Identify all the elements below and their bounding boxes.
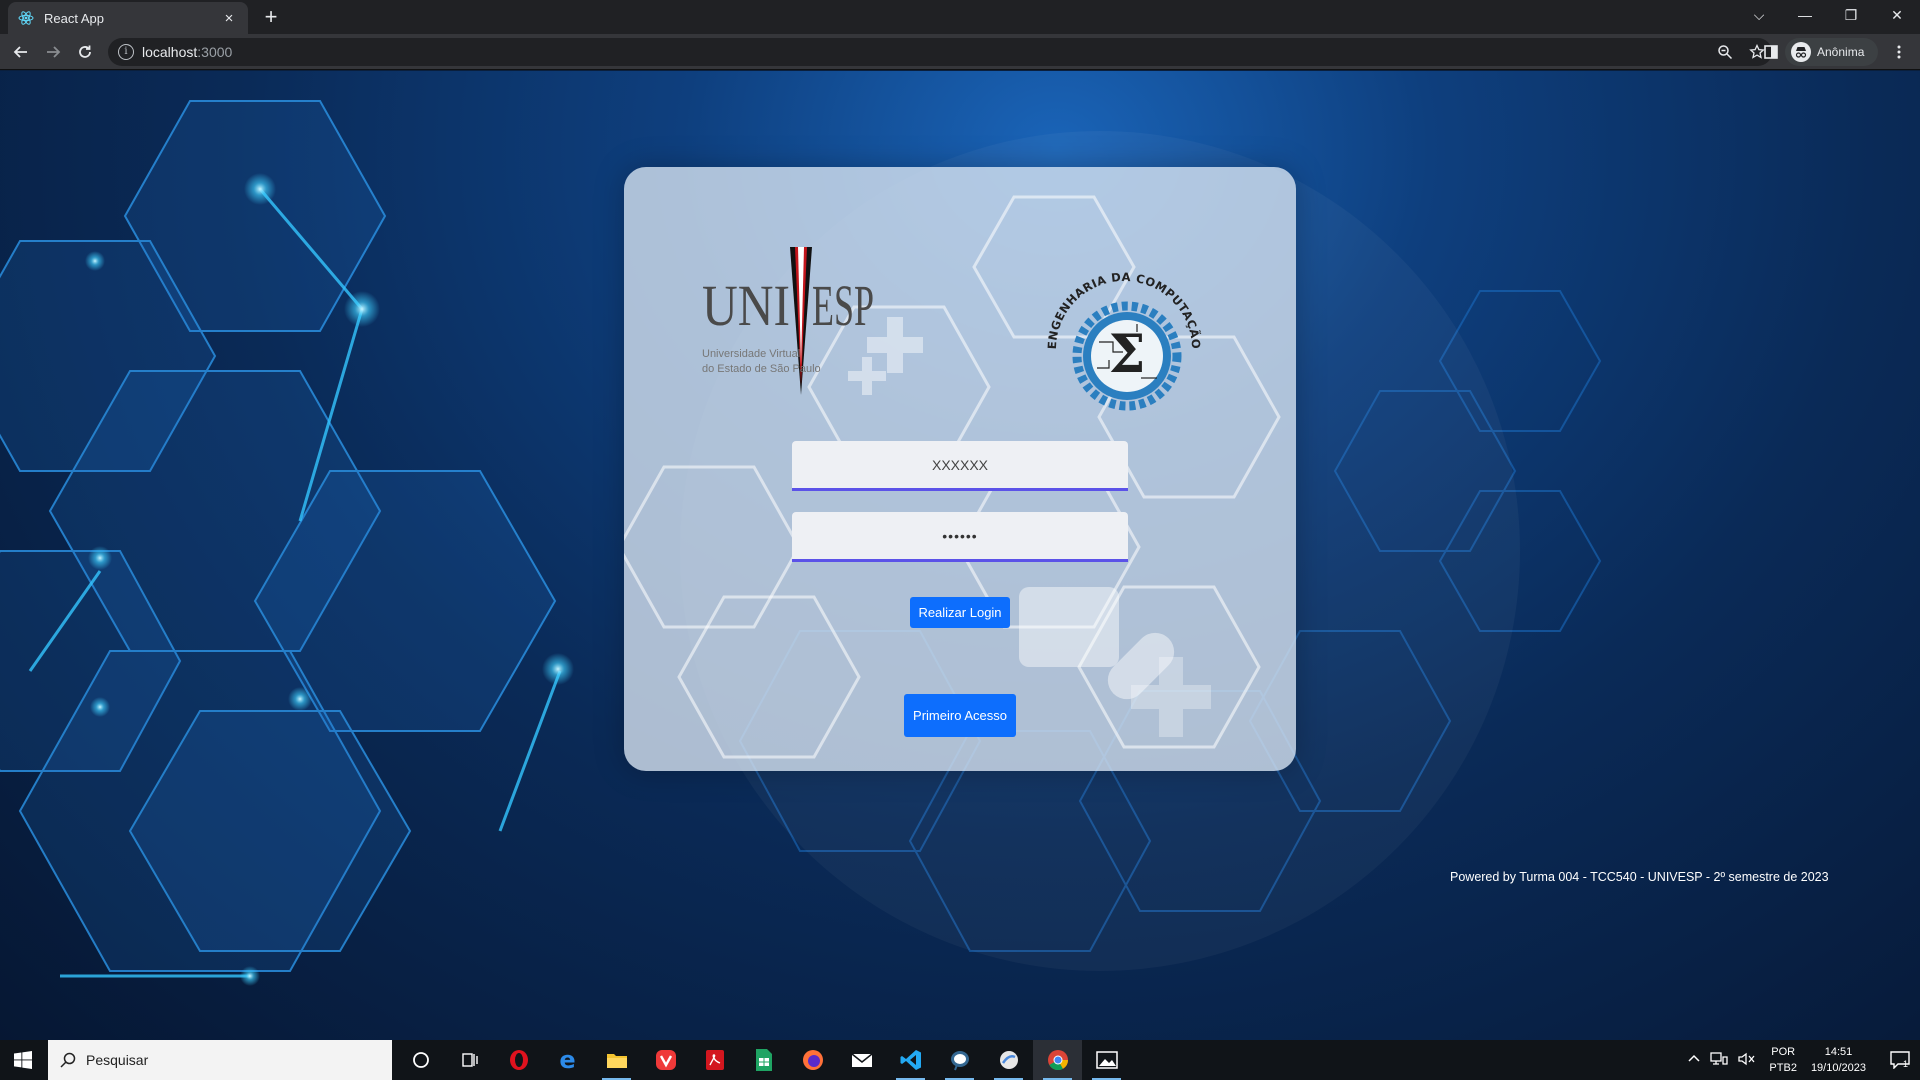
minimize-button[interactable]: — [1782,0,1828,30]
univesp-logo: UNI ESP Universidade Virtual do Estado d… [702,247,874,395]
windows-start-icon[interactable] [0,1040,46,1080]
tab-react-app[interactable]: React App × [8,2,248,34]
svg-text:ESP: ESP [812,273,874,338]
system-tray: POR PTB2 14:51 19/10/2023 1 [1683,1040,1920,1080]
clock[interactable]: 14:51 19/10/2023 [1811,1044,1866,1076]
site-info-icon[interactable]: i [118,44,134,60]
task-view-icon[interactable] [445,1040,494,1080]
profile-button[interactable]: Anônima [1785,38,1878,66]
volume-muted-icon[interactable] [1738,1052,1756,1069]
mail-icon[interactable] [837,1040,886,1080]
address-bar[interactable]: i localhost:3000 [108,38,1772,66]
language-indicator[interactable]: POR PTB2 [1769,1044,1797,1076]
close-window-button[interactable]: ✕ [1874,0,1920,30]
windows-taskbar: Pesquisar e POR PTB2 14:51 19/10/2023 1 [0,1040,1920,1080]
tab-search-icon[interactable]: ⌵ [1736,0,1782,30]
engenharia-computacao-seal: ENGENHARIA DA COMPUTAÇÃO Σ [1045,270,1203,411]
tab-title: React App [44,10,104,26]
new-tab-button[interactable]: + [258,4,284,30]
powered-by-footer: Powered by Turma 004 - TCC540 - UNIVESP … [1450,870,1829,884]
menu-dots-icon[interactable] [1886,39,1912,65]
search-icon [60,1052,76,1068]
svg-text:UNI: UNI [702,273,790,338]
acrobat-icon[interactable] [690,1040,739,1080]
login-card: UNI ESP Universidade Virtual do Estado d… [624,167,1296,771]
login-page: UNI ESP Universidade Virtual do Estado d… [0,71,1920,1040]
postgres-icon[interactable] [935,1040,984,1080]
edge-legacy-icon[interactable]: e [543,1040,592,1080]
restore-button[interactable]: ❐ [1828,0,1874,30]
zoom-icon[interactable] [1716,43,1734,61]
chevron-up-icon[interactable] [1688,1053,1700,1068]
url-text[interactable]: localhost:3000 [142,44,232,60]
reload-icon[interactable] [72,39,98,65]
svg-text:Σ: Σ [1109,324,1146,385]
svg-text:1: 1 [1903,1059,1908,1069]
window-controls: ⌵ — ❐ ✕ [1736,0,1920,30]
password-field[interactable] [792,512,1128,562]
vscode-icon[interactable] [886,1040,935,1080]
tab-close-icon[interactable]: × [220,10,238,27]
first-access-button[interactable]: Primeiro Acesso [904,694,1016,737]
forward-arrow-icon[interactable] [40,39,66,65]
photos-icon[interactable] [1082,1040,1131,1080]
opera-icon[interactable] [494,1040,543,1080]
incognito-icon [1791,42,1811,62]
username-field[interactable] [792,441,1128,491]
browser-tab-strip: React App × + ⌵ — ❐ ✕ [0,0,1920,34]
search-placeholder: Pesquisar [86,1052,149,1068]
svg-text:Universidade Virtual: Universidade Virtual [702,348,800,360]
chrome-icon[interactable] [1033,1040,1082,1080]
taskbar-search-input[interactable]: Pesquisar [48,1040,392,1080]
sheets-icon[interactable] [739,1040,788,1080]
notification-center-icon[interactable]: 1 [1880,1040,1920,1080]
profile-label: Anônima [1817,45,1865,59]
react-icon [18,10,34,26]
svg-text:do Estado de São Paulo: do Estado de São Paulo [702,363,821,375]
insomnia-icon[interactable] [984,1040,1033,1080]
file-explorer-icon[interactable] [592,1040,641,1080]
side-panel-icon[interactable] [1758,39,1784,65]
vivaldi-icon[interactable] [641,1040,690,1080]
firefox-icon[interactable] [788,1040,837,1080]
cortana-icon[interactable] [396,1040,445,1080]
network-icon[interactable] [1710,1051,1729,1069]
back-arrow-icon[interactable] [8,39,34,65]
taskbar-app-icons: e [396,1040,1131,1080]
login-button[interactable]: Realizar Login [910,597,1010,628]
browser-toolbar: i localhost:3000 Anônima [0,34,1920,70]
